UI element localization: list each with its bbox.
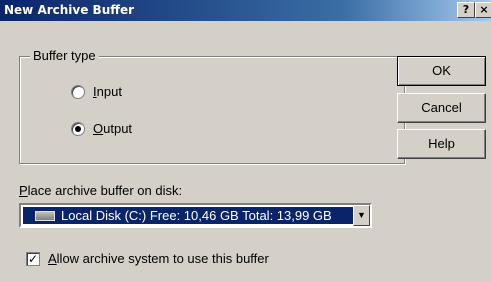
help-button[interactable]: Help — [397, 129, 486, 159]
radio-selected-dot — [75, 125, 81, 132]
radio-output-label: Output — [93, 121, 133, 136]
chevron-down-icon[interactable]: ▼ — [353, 205, 370, 226]
cancel-button[interactable]: Cancel — [397, 93, 486, 123]
allow-archive-checkbox[interactable]: ✓ — [26, 251, 40, 266]
radio-output[interactable]: Output — [71, 121, 132, 136]
allow-archive-checkbox-row[interactable]: ✓ Allow archive system to use this buffe… — [26, 251, 269, 266]
help-title-button[interactable]: ? — [457, 2, 475, 18]
hard-drive-icon — [35, 210, 55, 221]
new-archive-buffer-dialog: New Archive Buffer ? × Buffer type Input… — [0, 0, 491, 282]
disk-select-text: Local Disk (C:) Free: 10,46 GB Total: 13… — [61, 208, 332, 223]
radio-input-label: Input — [93, 84, 122, 99]
buffer-type-groupbox — [19, 56, 405, 164]
title-bar: New Archive Buffer ? × — [0, 0, 491, 21]
radio-icon[interactable] — [71, 84, 85, 99]
place-buffer-label: Place archive buffer on disk: — [19, 183, 183, 198]
buffer-type-label: Buffer type — [30, 48, 99, 63]
radio-input[interactable]: Input — [71, 84, 122, 99]
radio-icon[interactable] — [71, 121, 85, 136]
allow-archive-label: Allow archive system to use this buffer — [48, 251, 269, 266]
close-button[interactable]: × — [475, 2, 491, 18]
ok-button[interactable]: OK — [397, 56, 486, 86]
window-title: New Archive Buffer — [4, 3, 135, 17]
disk-select[interactable]: Local Disk (C:) Free: 10,46 GB Total: 13… — [19, 203, 372, 228]
disk-select-value: Local Disk (C:) Free: 10,46 GB Total: 13… — [23, 207, 353, 224]
